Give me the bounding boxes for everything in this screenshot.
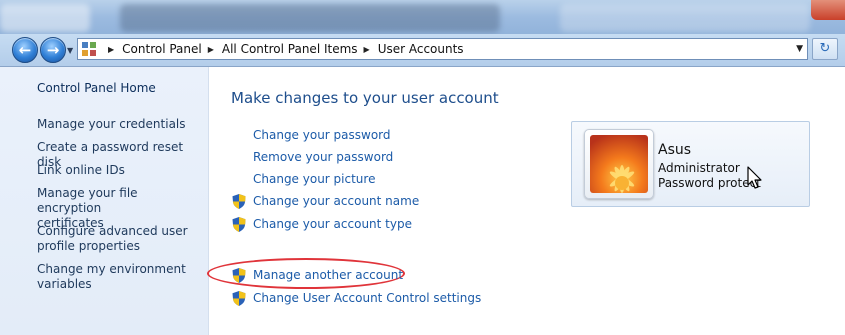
task-uac-settings[interactable]: Change User Account Control settings [253, 291, 481, 306]
window-frame [0, 0, 845, 38]
sidebar-link-label: Configure advanced user [37, 224, 188, 238]
back-arrow-icon[interactable]: ← [12, 37, 38, 63]
uac-shield-icon [232, 194, 246, 209]
account-name: Asus [658, 142, 692, 158]
task-remove-password[interactable]: Remove your password [253, 150, 393, 165]
task-change-picture[interactable]: Change your picture [253, 172, 375, 187]
control-panel-icon [82, 42, 96, 56]
breadcrumb-chevron-icon[interactable]: ▶ [108, 45, 114, 54]
window-close-button[interactable] [811, 0, 845, 20]
address-bar[interactable]: ▶ Control Panel ▶ All Control Panel Item… [77, 38, 808, 60]
task-manage-another-account[interactable]: Manage another account [253, 268, 403, 283]
uac-shield-icon [232, 217, 246, 232]
breadcrumb-chevron-icon[interactable]: ▶ [364, 45, 370, 54]
account-password-status: Password protect [658, 176, 761, 190]
account-card: Asus Administrator Password protect [571, 121, 810, 207]
breadcrumb-user-accounts[interactable]: User Accounts [378, 42, 464, 56]
sidebar-control-panel-home[interactable]: Control Panel Home [37, 81, 202, 96]
address-dropdown-icon[interactable]: ▼ [796, 44, 803, 54]
sidebar-manage-credentials[interactable]: Manage your credentials [37, 117, 202, 132]
sidebar-link-label: variables [37, 277, 92, 291]
breadcrumb-control-panel[interactable]: Control Panel [122, 42, 202, 56]
task-change-password[interactable]: Change your password [253, 128, 391, 143]
sidebar-link-label: Manage your credentials [37, 117, 186, 131]
sidebar-environment-variables[interactable]: Change my environment variables [37, 262, 202, 292]
frame-decoration [0, 4, 90, 32]
navigation-bar: ← → ▼ ▶ Control Panel ▶ All Control Pane… [0, 34, 845, 67]
mouse-cursor-icon [747, 166, 762, 189]
forward-arrow-icon[interactable]: → [40, 37, 66, 63]
recent-pages-dropdown-icon[interactable]: ▼ [67, 46, 73, 55]
breadcrumb-chevron-icon[interactable]: ▶ [208, 45, 214, 54]
uac-shield-icon [232, 291, 246, 306]
avatar[interactable] [584, 129, 654, 199]
refresh-icon[interactable]: ↻ [812, 38, 838, 60]
sidebar-link-label: Change my environment [37, 262, 186, 276]
flower-picture-icon [590, 135, 648, 193]
page-title: Make changes to your user account [231, 89, 499, 107]
sidebar-link-online-ids[interactable]: Link online IDs [37, 163, 202, 178]
breadcrumb-all-items[interactable]: All Control Panel Items [222, 42, 358, 56]
sidebar-advanced-profile[interactable]: Configure advanced user profile properti… [37, 224, 202, 254]
account-role: Administrator [658, 161, 740, 175]
task-change-account-name[interactable]: Change your account name [253, 194, 419, 209]
uac-shield-icon [232, 268, 246, 283]
sidebar-link-label: Link online IDs [37, 163, 125, 177]
task-change-account-type[interactable]: Change your account type [253, 217, 412, 232]
sidebar-link-label: Manage your file encryption [37, 186, 138, 215]
sidebar-link-label: profile properties [37, 239, 140, 253]
frame-decoration [560, 4, 810, 32]
breadcrumb: ▶ Control Panel ▶ All Control Panel Item… [102, 39, 464, 59]
frame-decoration [120, 4, 500, 32]
